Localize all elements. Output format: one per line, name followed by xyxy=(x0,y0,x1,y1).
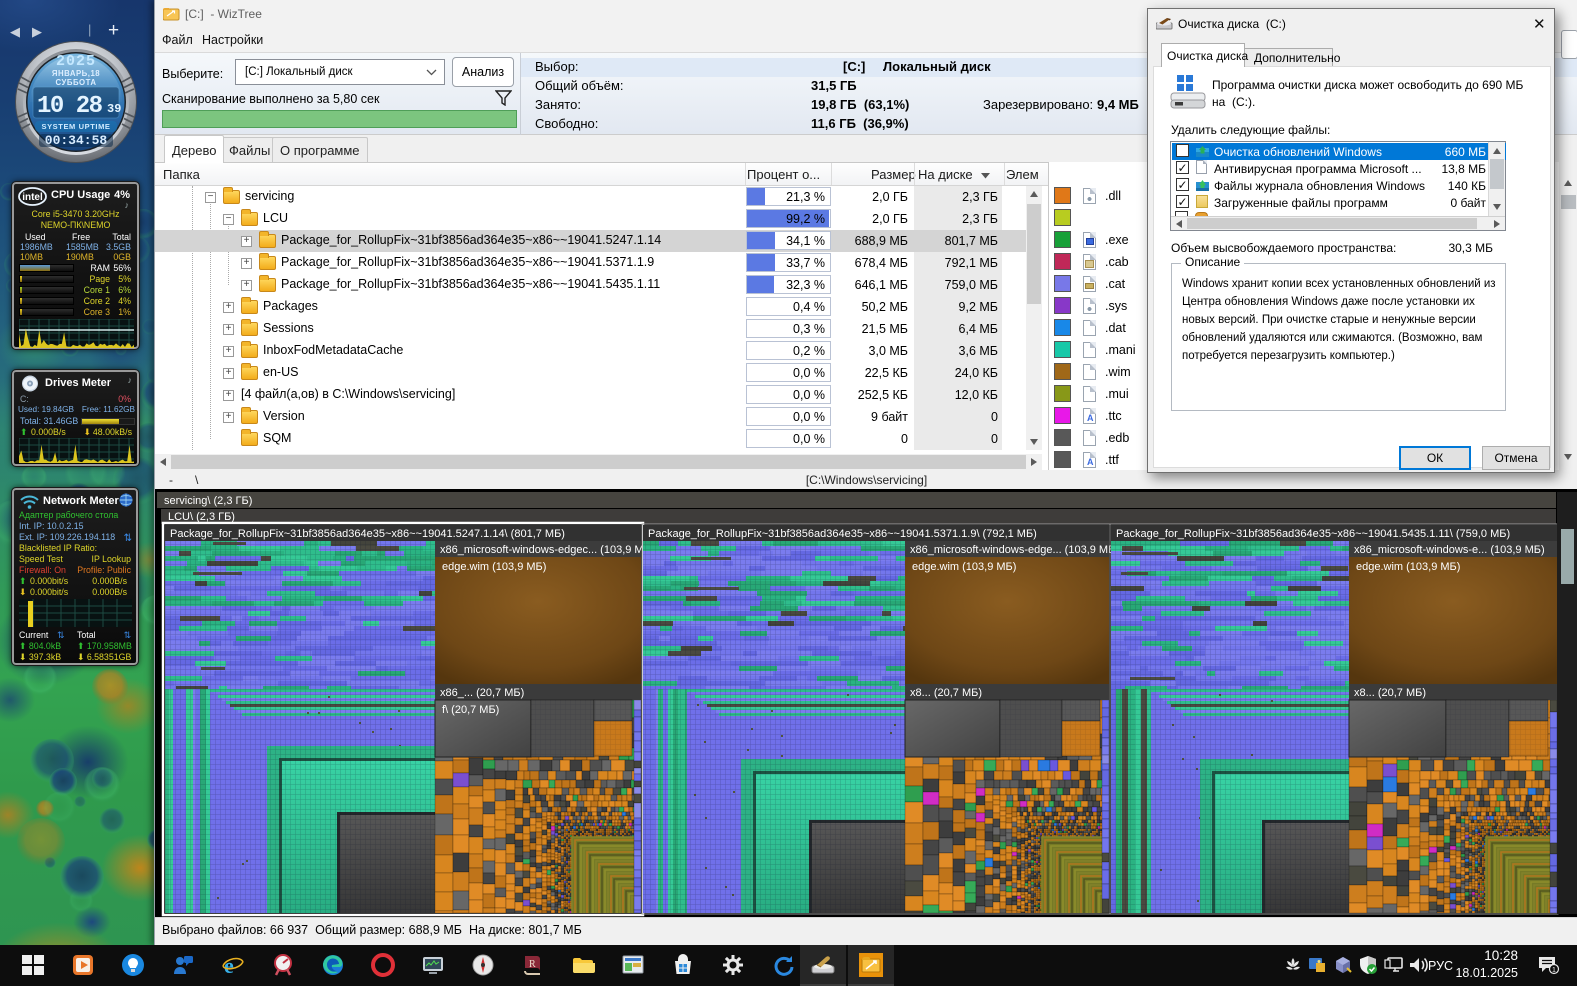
svg-text:Package_for_RollupFix~31bf3856: Package_for_RollupFix~31bf3856ad364e35~x… xyxy=(648,528,1037,540)
svg-text:edge.wim (103,9 МБ): edge.wim (103,9 МБ) xyxy=(912,561,1016,573)
svg-text:e: e xyxy=(224,953,234,977)
svg-text:00:34:58: 00:34:58 xyxy=(45,133,108,148)
svg-text:x86_microsoft-windows-edgec...: x86_microsoft-windows-edgec... (103,9 МБ… xyxy=(440,544,654,556)
svg-text:x86_microsoft-windows-edge...: x86_microsoft-windows-edge... (103,9 МБ) xyxy=(910,544,1119,556)
svg-text:intel: intel xyxy=(22,192,43,203)
svg-text:f\ (20,7 МБ): f\ (20,7 МБ) xyxy=(442,704,499,716)
svg-text:Package_for_RollupFix~31bf3856: Package_for_RollupFix~31bf3856ad364e35~x… xyxy=(1116,528,1510,540)
svg-text:x86_... (20,7 МБ): x86_... (20,7 МБ) xyxy=(440,687,524,699)
svg-text:2025: 2025 xyxy=(56,53,96,70)
svg-text:СУББОТА: СУББОТА xyxy=(55,78,96,87)
svg-text:39: 39 xyxy=(107,102,121,116)
svg-text:x8... (20,7 МБ): x8... (20,7 МБ) xyxy=(1354,687,1426,699)
svg-text:R: R xyxy=(529,959,536,970)
svg-text:ЯНВАРЬ,18: ЯНВАРЬ,18 xyxy=(52,69,100,78)
svg-text:edge.wim (103,9 МБ): edge.wim (103,9 МБ) xyxy=(442,561,546,573)
svg-text:SYSTEM UPTIME: SYSTEM UPTIME xyxy=(41,122,110,131)
svg-text:servicing\ (2,3 ГБ): servicing\ (2,3 ГБ) xyxy=(164,495,252,507)
svg-text:10 28: 10 28 xyxy=(37,93,103,120)
svg-text:x8... (20,7 МБ): x8... (20,7 МБ) xyxy=(910,687,982,699)
svg-text:Package_for_RollupFix~31bf3856: Package_for_RollupFix~31bf3856ad364e35~x… xyxy=(170,528,565,540)
svg-text:x86_microsoft-windows-e... (10: x86_microsoft-windows-e... (103,9 МБ) xyxy=(1354,544,1545,556)
svg-text:edge.wim (103,9 МБ): edge.wim (103,9 МБ) xyxy=(1356,561,1460,573)
svg-text:1: 1 xyxy=(1552,967,1556,974)
svg-text:LCU\ (2,3 ГБ): LCU\ (2,3 ГБ) xyxy=(168,511,235,523)
